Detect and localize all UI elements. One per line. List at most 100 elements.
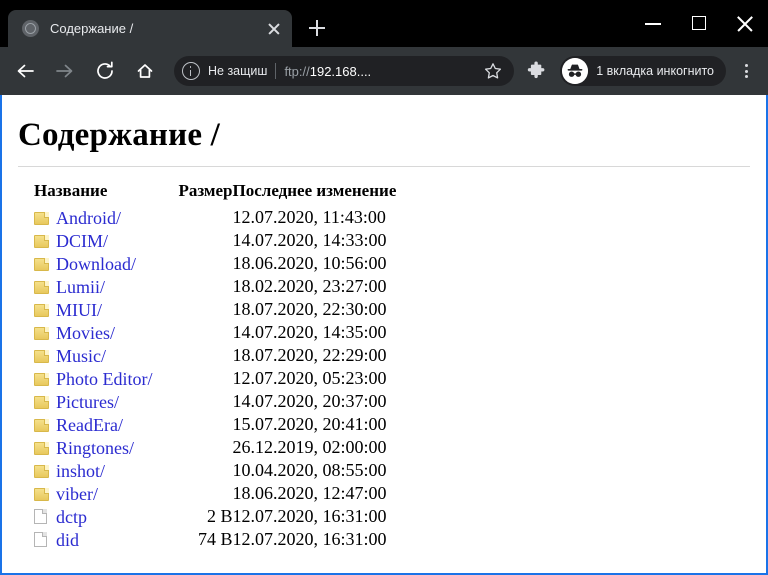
table-body: Android/12.07.2020, 11:43:00 DCIM/14.07.2…	[34, 206, 396, 551]
cell-name: Download/	[34, 252, 153, 275]
reload-icon[interactable]	[88, 54, 122, 88]
cell-size	[153, 252, 233, 275]
cell-name: did	[34, 528, 153, 551]
cell-size: 74 B	[198, 529, 233, 549]
address-bar[interactable]: Не защиш ftp://192.168....	[174, 56, 515, 86]
browser-tab[interactable]: Содержание /	[8, 10, 292, 47]
url-scheme: ftp://	[284, 63, 310, 79]
table-row: Pictures/14.07.2020, 20:37:00	[34, 390, 396, 413]
entry-link[interactable]: dctp	[56, 506, 87, 528]
close-icon[interactable]	[262, 17, 286, 41]
folder-icon	[34, 372, 56, 386]
name-cell: Pictures/	[34, 391, 153, 413]
cell-date: 14.07.2020, 14:35:00	[232, 322, 387, 342]
folder-icon	[34, 418, 56, 432]
url-text: ftp://192.168....	[284, 64, 476, 79]
name-cell: viber/	[34, 483, 153, 505]
kebab-dot-2	[744, 69, 748, 73]
entry-link[interactable]: Android/	[56, 207, 121, 229]
cell-date: 18.02.2020, 23:27:00	[232, 276, 387, 296]
name-cell: Lumii/	[34, 276, 153, 298]
cell-date: 12.07.2020, 16:31:00	[232, 529, 387, 549]
entry-link[interactable]: ReadEra/	[56, 414, 123, 436]
minimize-icon[interactable]	[630, 0, 676, 47]
folder-icon	[34, 234, 56, 248]
window-close-icon[interactable]	[722, 0, 768, 47]
entry-link[interactable]: inshot/	[56, 460, 105, 482]
cell-name: viber/	[34, 482, 153, 505]
cell-name: MIUI/	[34, 298, 153, 321]
home-icon[interactable]	[128, 54, 162, 88]
entry-link[interactable]: MIUI/	[56, 299, 102, 321]
kebab-dot-1	[744, 64, 748, 68]
cell-size	[153, 321, 233, 344]
tab-strip: Содержание /	[0, 0, 630, 47]
entry-link[interactable]: viber/	[56, 483, 98, 505]
url-host: 192.168....	[309, 63, 372, 79]
back-icon[interactable]	[8, 54, 42, 88]
incognito-label: 1 вкладка инкогнито	[596, 64, 714, 78]
cell-name: Android/	[34, 206, 153, 229]
name-cell: dctp	[34, 506, 153, 528]
cell-size	[153, 482, 233, 505]
forward-icon[interactable]	[48, 54, 82, 88]
entry-link[interactable]: Photo Editor/	[56, 368, 153, 390]
table-row: Lumii/18.02.2020, 23:27:00	[34, 275, 396, 298]
incognito-indicator[interactable]: 1 вкладка инкогнито	[560, 56, 726, 86]
table-row: Ringtones/26.12.2019, 02:00:00	[34, 436, 396, 459]
entry-link[interactable]: did	[56, 529, 79, 551]
table-row: MIUI/18.07.2020, 22:30:00	[34, 298, 396, 321]
cell-size	[153, 413, 233, 436]
name-cell: Music/	[34, 345, 153, 367]
folder-icon	[34, 395, 56, 409]
column-header-size[interactable]: Размер	[153, 181, 232, 206]
cell-date: 18.07.2020, 22:30:00	[232, 299, 387, 319]
entry-link[interactable]: Pictures/	[56, 391, 119, 413]
cell-date: 12.07.2020, 05:23:00	[232, 368, 387, 388]
name-cell: Movies/	[34, 322, 153, 344]
name-cell: Download/	[34, 253, 153, 275]
cell-name: Ringtones/	[34, 436, 153, 459]
window-controls	[630, 0, 768, 47]
cell-size	[153, 436, 233, 459]
table-row: Android/12.07.2020, 11:43:00	[34, 206, 396, 229]
name-cell: MIUI/	[34, 299, 153, 321]
kebab-menu-icon[interactable]	[732, 56, 760, 86]
folder-icon	[34, 487, 56, 501]
cell-name: Pictures/	[34, 390, 153, 413]
security-status: Не защиш	[208, 64, 268, 78]
table-row: viber/18.06.2020, 12:47:00	[34, 482, 396, 505]
cell-size	[153, 390, 233, 413]
column-header-date[interactable]: Последнее изменение	[233, 181, 397, 206]
tab-title: Содержание /	[50, 20, 134, 36]
folder-icon	[34, 211, 56, 225]
extensions-puzzle-icon[interactable]	[522, 56, 552, 86]
cell-date: 12.07.2020, 16:31:00	[232, 506, 387, 526]
name-cell: Android/	[34, 207, 153, 229]
maximize-icon[interactable]	[676, 0, 722, 47]
folder-icon	[34, 349, 56, 363]
file-icon	[34, 509, 56, 524]
entry-link[interactable]: Ringtones/	[56, 437, 134, 459]
cell-size	[153, 344, 233, 367]
entry-link[interactable]: Music/	[56, 345, 106, 367]
entry-link[interactable]: Lumii/	[56, 276, 105, 298]
cell-name: Lumii/	[34, 275, 153, 298]
entry-link[interactable]: DCIM/	[56, 230, 108, 252]
cell-date: 14.07.2020, 20:37:00	[232, 391, 387, 411]
bookmark-star-icon[interactable]	[482, 60, 504, 82]
cell-size	[153, 459, 233, 482]
new-tab-button[interactable]	[302, 13, 332, 43]
entry-link[interactable]: Download/	[56, 253, 136, 275]
cell-date: 14.07.2020, 14:33:00	[232, 230, 387, 250]
table-row: Movies/14.07.2020, 14:35:00	[34, 321, 396, 344]
cell-date: 12.07.2020, 11:43:00	[232, 207, 386, 227]
table-row: did 74 B 12.07.2020, 16:31:00	[34, 528, 396, 551]
column-header-name[interactable]: Название	[34, 181, 153, 206]
name-cell: inshot/	[34, 460, 153, 482]
file-icon	[34, 532, 56, 547]
info-icon[interactable]	[182, 62, 200, 80]
browser-toolbar: Не защиш ftp://192.168.... 1 вкладка инк…	[0, 47, 768, 95]
entry-link[interactable]: Movies/	[56, 322, 115, 344]
cell-size	[153, 206, 233, 229]
